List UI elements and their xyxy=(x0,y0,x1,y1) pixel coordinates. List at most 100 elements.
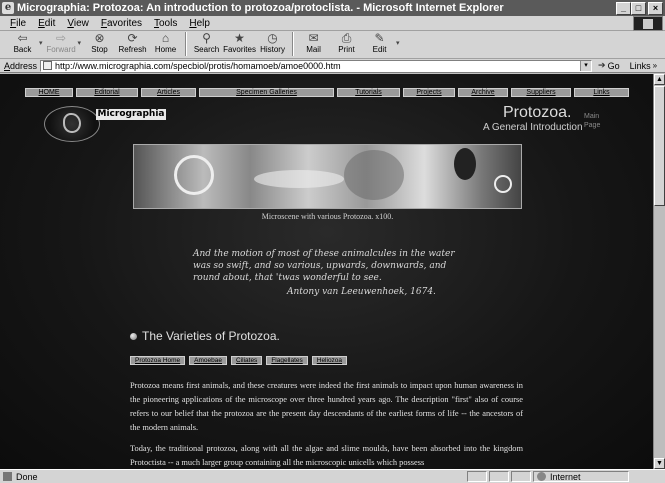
status-pane xyxy=(467,471,487,482)
main-page-line2: Page xyxy=(584,122,601,129)
nav-suppliers[interactable]: Suppliers xyxy=(511,88,571,97)
search-button[interactable]: ⚲ Search xyxy=(190,31,223,57)
site-logo[interactable]: Micrographia xyxy=(44,106,166,142)
page-title: Protozoa. xyxy=(503,104,572,121)
zone-label: Internet xyxy=(550,471,581,482)
refresh-button[interactable]: ⟳ Refresh xyxy=(116,31,149,57)
organism-shape xyxy=(174,155,214,195)
address-input[interactable]: http://www.micrographia.com/specbiol/pro… xyxy=(40,59,593,72)
intro-paragraph: Protozoa means first animals, and these … xyxy=(130,381,523,432)
section-title: The Varieties of Protozoa. xyxy=(142,329,280,343)
menu-tools[interactable]: Tools xyxy=(148,18,183,29)
menu-file[interactable]: File xyxy=(4,18,32,29)
nav-articles[interactable]: Articles xyxy=(141,88,196,97)
address-dropdown-icon[interactable]: ▾ xyxy=(580,60,592,71)
page-content: HOME Editorial Articles Specimen Galleri… xyxy=(0,74,653,469)
arrow-right-icon: ⇨ xyxy=(55,31,67,45)
menu-favorites[interactable]: Favorites xyxy=(95,18,148,29)
close-button[interactable]: × xyxy=(648,1,663,15)
menu-help[interactable]: Help xyxy=(183,18,216,29)
organism-shape xyxy=(344,150,404,200)
quote-attribution: Antony van Leeuwenhoek, 1674. xyxy=(287,287,436,297)
nav-home[interactable]: HOME xyxy=(25,88,73,97)
print-button[interactable]: ⎙ Print xyxy=(330,31,363,57)
nav-tutorials[interactable]: Tutorials xyxy=(337,88,400,97)
main-page-line1: Main xyxy=(584,113,600,120)
forward-dropdown-icon[interactable]: ▾ xyxy=(78,39,82,47)
edit-icon: ✎ xyxy=(374,31,385,45)
organism-shape xyxy=(454,148,476,180)
go-arrow-icon: ➔ xyxy=(598,60,606,70)
nav-specimen-galleries[interactable]: Specimen Galleries xyxy=(199,88,334,97)
edit-label: Edit xyxy=(372,45,387,54)
toolbar-separator xyxy=(185,32,188,56)
quote-line: And the motion of most of these animalcu… xyxy=(193,249,455,259)
menu-bar: File Edit View Favorites Tools Help xyxy=(0,16,665,31)
edit-button[interactable]: ✎ Edit xyxy=(363,31,396,57)
back-button[interactable]: ⇦ Back xyxy=(6,31,39,57)
go-button[interactable]: ➔ Go xyxy=(598,60,620,71)
section-heading: The Varieties of Protozoa. xyxy=(130,329,280,343)
page-done-icon xyxy=(3,472,12,481)
address-url: http://www.micrographia.com/specbiol/pro… xyxy=(55,60,341,71)
bullet-icon xyxy=(130,332,137,340)
ie-app-icon: e xyxy=(2,2,14,14)
subnav-ciliates[interactable]: Ciliates xyxy=(231,356,263,365)
links-chevron-icon[interactable]: » xyxy=(653,61,657,70)
edit-dropdown-icon[interactable]: ▾ xyxy=(396,39,400,47)
toolbar-separator xyxy=(292,32,295,56)
quote-line: round about, that 'twas wonderful to see… xyxy=(193,273,382,283)
mail-button[interactable]: ✉ Mail xyxy=(297,31,330,57)
vertical-scrollbar[interactable]: ▲ ▼ xyxy=(653,74,665,469)
title-bar: e Micrographia: Protozoa: An introductio… xyxy=(0,0,665,16)
stop-button[interactable]: ⊗ Stop xyxy=(83,31,116,57)
scroll-up-button[interactable]: ▲ xyxy=(654,74,665,85)
history-label: History xyxy=(260,45,285,54)
logo-label: Micrographia xyxy=(96,109,166,120)
mail-label: Mail xyxy=(306,45,321,54)
print-icon: ⎙ xyxy=(341,31,352,45)
forward-button[interactable]: ⇨ Forward xyxy=(45,31,78,57)
maximize-button[interactable]: □ xyxy=(631,1,646,15)
status-pane xyxy=(511,471,531,482)
mail-icon: ✉ xyxy=(308,31,319,45)
quote: And the motion of most of these animalcu… xyxy=(193,248,483,284)
page-subtitle: A General Introduction xyxy=(483,122,583,133)
nav-links[interactable]: Links xyxy=(574,88,629,97)
main-page-link[interactable]: Main Page xyxy=(584,112,608,130)
status-pane xyxy=(489,471,509,482)
windows-flag-icon xyxy=(643,18,653,29)
minimize-button[interactable]: _ xyxy=(616,1,631,15)
nav-archive[interactable]: Archive xyxy=(458,88,508,97)
arrow-left-icon: ⇦ xyxy=(17,31,28,45)
subnav-flagellates[interactable]: Flagellates xyxy=(266,356,308,365)
menu-view[interactable]: View xyxy=(61,18,95,29)
back-label: Back xyxy=(13,45,32,54)
subnav-amoebae[interactable]: Amoebae xyxy=(189,356,227,365)
back-dropdown-icon[interactable]: ▾ xyxy=(39,39,43,47)
nav-projects[interactable]: Projects xyxy=(403,88,455,97)
hero-caption: Microscene with various Protozoa. x100. xyxy=(261,212,394,221)
scroll-thumb[interactable] xyxy=(654,86,665,206)
search-icon: ⚲ xyxy=(202,31,211,45)
subnav-heliozoa[interactable]: Heliozoa xyxy=(311,356,348,365)
history-button[interactable]: ◷ History xyxy=(256,31,289,57)
home-icon: ⌂ xyxy=(161,31,170,45)
nav-editorial[interactable]: Editorial xyxy=(76,88,138,97)
address-bar: Address http://www.micrographia.com/spec… xyxy=(0,59,665,73)
organism-shape xyxy=(494,175,512,193)
home-label: Home xyxy=(154,45,177,54)
links-button[interactable]: Links xyxy=(630,61,651,71)
favorites-button[interactable]: ★ Favorites xyxy=(223,31,256,57)
forward-label: Forward xyxy=(46,45,76,54)
windows-logo-throbber xyxy=(633,16,663,31)
subnav-protozoa-home[interactable]: Protozoa Home xyxy=(130,356,186,365)
print-label: Print xyxy=(338,45,355,54)
menu-edit[interactable]: Edit xyxy=(32,18,61,29)
status-text: Done xyxy=(16,471,38,482)
scroll-down-button[interactable]: ▼ xyxy=(654,458,665,469)
history-icon: ◷ xyxy=(267,31,278,45)
home-button[interactable]: ⌂ Home xyxy=(149,31,182,57)
site-nav: HOME Editorial Articles Specimen Galleri… xyxy=(25,88,630,97)
status-message: Done xyxy=(0,472,465,482)
